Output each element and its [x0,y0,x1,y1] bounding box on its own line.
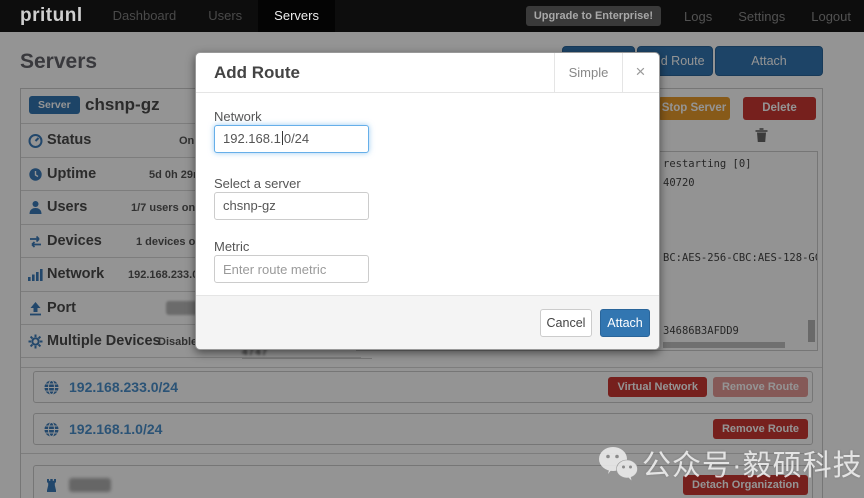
watermark-text: 公众号·毅硕科技 [642,442,863,484]
add-route-modal: Add Route Simple × Network 192.168.10/24… [195,52,660,350]
text-caret [282,131,283,145]
nav-item-logout[interactable]: Logout [798,9,864,24]
metric-input[interactable] [214,255,369,283]
server-select-label: Select a server [214,176,301,191]
network-value-after-caret: 0/24 [284,131,309,146]
attach-button[interactable]: Attach [600,309,650,337]
network-field-label: Network [214,109,262,124]
navbar: pritunl Dashboard Users Servers Upgrade … [0,0,864,32]
nav-item-logs[interactable]: Logs [671,9,725,24]
pritunl-logo: pritunl [20,5,83,27]
watermark: 公众号·毅硕科技 [598,442,863,484]
nav-item-settings[interactable]: Settings [725,9,798,24]
wechat-icon [598,445,638,481]
modal-header: Add Route Simple × [196,53,659,93]
network-value-before-caret: 192.168.1 [223,131,281,146]
nav-item-servers[interactable]: Servers [258,0,335,32]
app-window: pritunl Dashboard Users Servers Upgrade … [0,0,864,498]
upgrade-enterprise-button[interactable]: Upgrade to Enterprise! [526,6,661,26]
modal-footer: Cancel Attach [196,295,659,349]
network-input[interactable]: 192.168.10/24 [214,125,369,153]
navbar-right: Upgrade to Enterprise! Logs Settings Log… [526,6,864,26]
nav-item-dashboard[interactable]: Dashboard [97,0,193,32]
server-select[interactable]: chsnp-gz [214,192,369,220]
close-icon[interactable]: × [622,53,659,93]
simple-mode-toggle[interactable]: Simple [554,53,623,93]
modal-title: Add Route [214,63,300,83]
metric-field-label: Metric [214,239,249,254]
cancel-button[interactable]: Cancel [540,309,592,337]
nav-item-users[interactable]: Users [192,0,258,32]
